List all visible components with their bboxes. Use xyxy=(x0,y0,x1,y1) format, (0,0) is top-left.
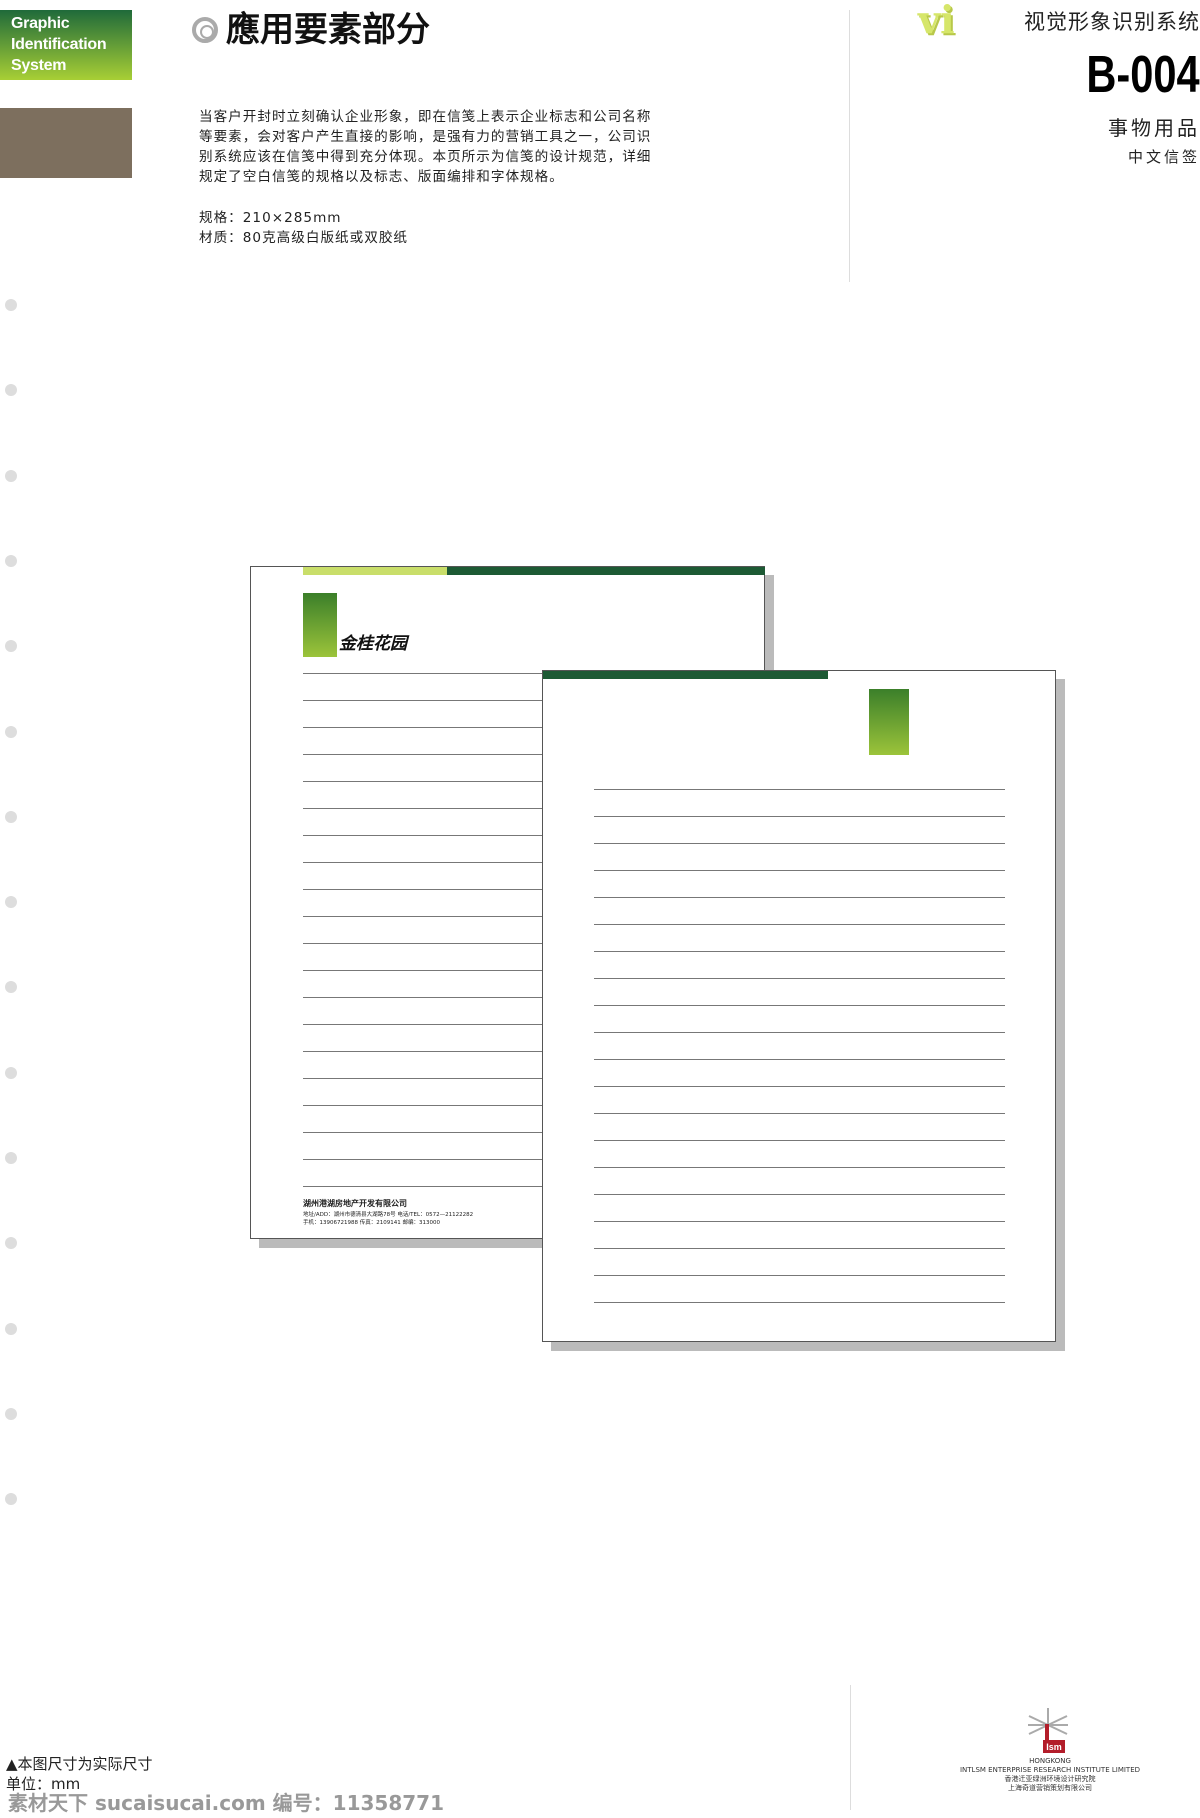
writing-line xyxy=(594,1140,1005,1141)
writing-line xyxy=(303,1132,543,1133)
binding-hole xyxy=(5,1237,17,1250)
writing-line xyxy=(594,951,1005,952)
accent-bar-dark xyxy=(543,671,828,679)
description-line: 当客户开封时立刻确认企业形象，即在信笺上表示企业标志和公司名称 xyxy=(199,109,652,125)
divider xyxy=(849,10,850,282)
binding-hole xyxy=(5,810,17,823)
binding-hole xyxy=(5,299,17,311)
writing-line xyxy=(594,1248,1005,1249)
institute-line: HONGKONG xyxy=(1029,1757,1071,1765)
writing-line xyxy=(303,673,543,674)
binding-hole xyxy=(5,1407,17,1420)
description-line: 规定了空白信笺的规格以及标志、版面编排和字体规格。 xyxy=(199,169,564,185)
writing-line xyxy=(303,1159,543,1160)
writing-line xyxy=(594,1113,1005,1114)
brand-box: Graphic Identification System xyxy=(0,10,132,80)
brand-line: Identification xyxy=(11,36,107,53)
writing-line xyxy=(594,1059,1005,1060)
binding-hole xyxy=(5,1493,17,1506)
institute-logo: Ism xyxy=(1028,1708,1068,1753)
writing-line xyxy=(303,1051,543,1052)
writing-line xyxy=(594,1005,1005,1006)
writing-line xyxy=(303,1024,543,1025)
letterhead-sheet-back xyxy=(542,670,1056,1342)
subcategory: 中文信签 xyxy=(1127,148,1200,166)
writing-line xyxy=(594,1086,1005,1087)
writing-line xyxy=(303,754,543,755)
writing-line xyxy=(303,889,543,890)
binding-hole xyxy=(5,1152,17,1164)
binding-hole xyxy=(5,896,17,909)
writing-line xyxy=(303,808,543,809)
writing-line xyxy=(303,781,543,782)
vi-logo: vi xyxy=(918,0,955,42)
writing-line xyxy=(303,1186,543,1187)
writing-line xyxy=(303,970,543,971)
brand-line: System xyxy=(11,57,67,74)
binding-hole xyxy=(5,469,17,482)
watermark: 素材天下 sucaisucai.com 编号：11358771 xyxy=(8,1791,444,1815)
page-code: B-004 xyxy=(1086,46,1200,104)
company-name: 湖州港湖房地产开发有限公司 xyxy=(303,1199,407,1208)
category: 事物用品 xyxy=(1108,116,1200,140)
description-line: 等要素，会对客户产生直接的影响，是强有力的营销工具之一，公司识 xyxy=(199,129,652,145)
accent-bar-light xyxy=(303,567,453,575)
writing-line xyxy=(303,943,543,944)
writing-line xyxy=(594,1221,1005,1222)
company-logo xyxy=(869,689,909,755)
writing-line xyxy=(303,835,543,836)
writing-line xyxy=(303,700,543,701)
writing-line xyxy=(303,1078,543,1079)
writing-line xyxy=(594,1194,1005,1195)
logo-text: 金桂花园 xyxy=(339,634,407,654)
institute-mark: Ism xyxy=(1046,1742,1062,1752)
binding-hole xyxy=(5,981,17,994)
writing-line xyxy=(303,916,543,917)
writing-line xyxy=(594,1032,1005,1033)
bullseye-icon xyxy=(192,17,218,43)
system-title: 视觉形象识别系统 xyxy=(1024,10,1200,34)
binding-hole xyxy=(5,725,17,738)
size-note: ▲本图尺寸为实际尺寸 xyxy=(6,1755,153,1773)
company-address: 地址/ADD：湖州市德清县大湖路78号 电话/TEL：0572—21122282 xyxy=(303,1212,474,1218)
description-line: 别系统应该在信笺中得到充分体现。本页所示为信笺的设计规范，详细 xyxy=(199,149,652,165)
company-logo xyxy=(303,593,337,657)
divider xyxy=(850,1685,851,1810)
writing-line xyxy=(594,1167,1005,1168)
spec-material: 材质：80克高级白版纸或双胶纸 xyxy=(199,230,409,246)
accent-bar-dark xyxy=(447,567,765,575)
binding-hole xyxy=(5,384,17,397)
binding-hole xyxy=(5,1322,17,1335)
binding-hole xyxy=(5,554,17,567)
brand-line: Graphic xyxy=(11,15,70,32)
spec-size: 规格：210×285mm xyxy=(199,210,342,226)
institute-line: 上海奇道营销策划有限公司 xyxy=(1008,1784,1092,1792)
writing-line xyxy=(594,843,1005,844)
writing-line xyxy=(594,897,1005,898)
writing-line xyxy=(594,1275,1005,1276)
institute-line: INTLSM ENTERPRISE RESEARCH INSTITUTE LIM… xyxy=(959,1766,1141,1774)
writing-line xyxy=(594,870,1005,871)
description: 当客户开封时立刻确认企业形象，即在信笺上表示企业标志和公司名称 等要素，会对客户… xyxy=(199,107,744,187)
title-text: 應用要素部分 xyxy=(226,10,430,50)
writing-line xyxy=(594,1302,1005,1303)
institute-line: 香港迁亚绿洲环境设计研究院 xyxy=(1004,1775,1096,1783)
writing-line xyxy=(594,978,1005,979)
writing-line xyxy=(303,862,543,863)
binding-hole xyxy=(5,640,17,653)
company-contact: 手机：13906721988 传真：2109141 邮编：313000 xyxy=(303,1220,440,1226)
writing-line xyxy=(303,727,543,728)
color-swatch xyxy=(0,108,132,178)
writing-line xyxy=(303,1105,543,1106)
writing-line xyxy=(594,789,1005,790)
writing-line xyxy=(303,997,543,998)
page-title: 應用要素部分 xyxy=(192,8,430,52)
writing-line xyxy=(594,816,1005,817)
binding-hole xyxy=(5,1066,17,1079)
writing-line xyxy=(594,924,1005,925)
